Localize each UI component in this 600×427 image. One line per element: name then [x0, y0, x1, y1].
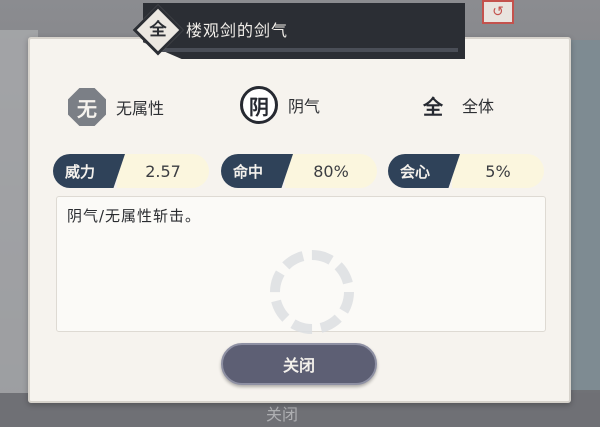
stat-critical-value: 5%	[452, 154, 544, 188]
background-return-icon: ↺	[482, 0, 514, 24]
attribute-element: 无 无属性	[68, 88, 164, 126]
stat-power: 威力 2.57	[53, 154, 209, 188]
background-right-panel	[568, 40, 600, 390]
attribute-type-label: 阴气	[288, 97, 321, 116]
description-text: 阴气/无属性斩击。	[67, 207, 202, 225]
target-badge-label: 全	[149, 20, 167, 40]
stat-critical: 会心 5%	[388, 154, 544, 188]
stat-power-key: 威力	[53, 154, 125, 188]
yin-type-icon: 阴	[240, 86, 278, 124]
close-button[interactable]: 关闭	[221, 343, 377, 385]
attribute-type: 阴 阴气	[240, 86, 320, 124]
stat-critical-key: 会心	[388, 154, 460, 188]
no-element-icon: 无	[68, 88, 106, 126]
stat-accuracy-key: 命中	[221, 154, 293, 188]
title-banner-stripe	[158, 48, 458, 52]
attribute-target-label: 全体	[462, 97, 495, 116]
skill-title: 楼观剑的剑气	[186, 21, 289, 40]
attribute-target: 全 全体	[414, 86, 494, 124]
gear-watermark-icon	[270, 250, 354, 334]
stat-accuracy-value: 80%	[285, 154, 377, 188]
all-target-icon: 全	[414, 86, 452, 124]
stat-accuracy: 命中 80%	[221, 154, 377, 188]
stat-power-value: 2.57	[117, 154, 209, 188]
background-bottom-label: 关闭	[266, 405, 299, 424]
attribute-element-label: 无属性	[116, 99, 165, 118]
